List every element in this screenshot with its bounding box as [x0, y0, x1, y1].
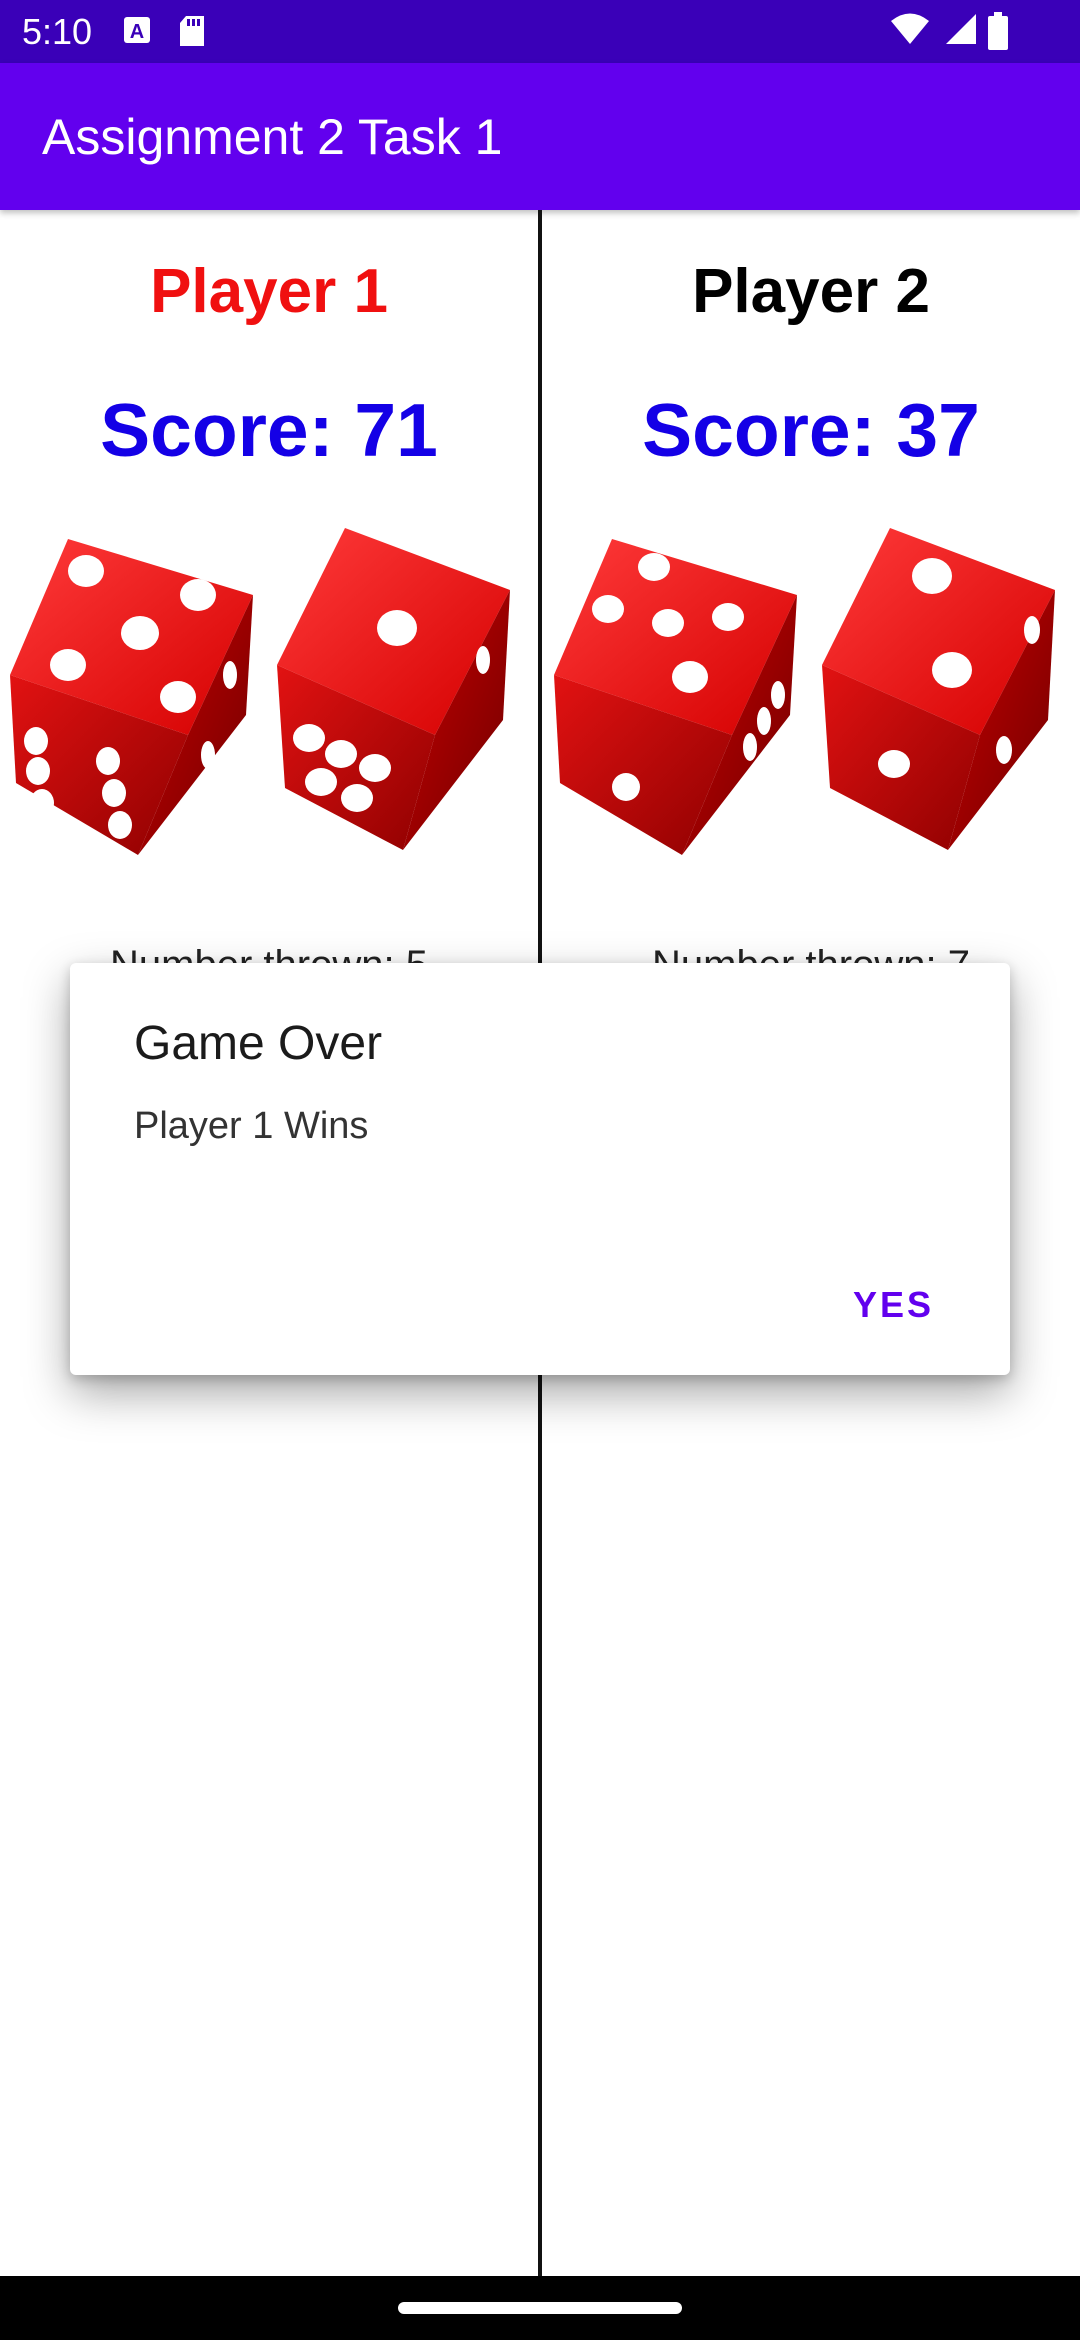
game-over-dialog: Game Over Player 1 Wins YES	[70, 963, 1010, 1375]
navigation-bar	[0, 2276, 1080, 2340]
home-gesture-handle[interactable]	[398, 2302, 682, 2314]
dialog-message: Player 1 Wins	[134, 1105, 369, 1147]
dialog-title: Game Over	[134, 1017, 383, 1070]
yes-button[interactable]: YES	[837, 1275, 950, 1335]
